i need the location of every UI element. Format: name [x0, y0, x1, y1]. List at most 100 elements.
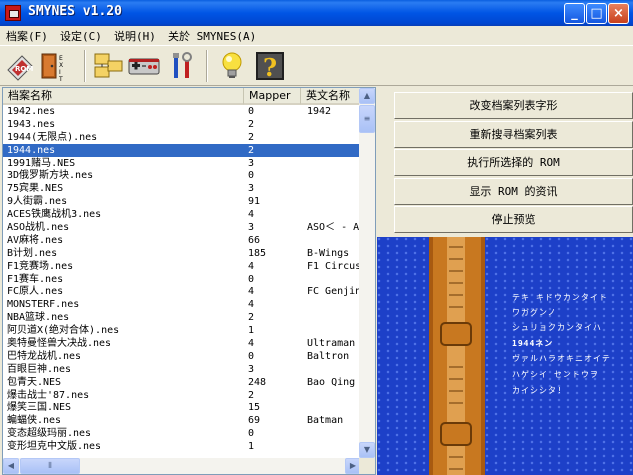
toolbar: ROM E X I T ? [0, 45, 633, 86]
scroll-thumb[interactable]: ≡ [359, 105, 375, 133]
rom-mapper: 3 [248, 363, 255, 375]
rom-row[interactable]: 变形坦克中文版.nes 1 [3, 440, 361, 453]
rom-mapper: 0 [248, 170, 255, 182]
svg-text:I: I [59, 69, 61, 76]
rom-filename: 阿贝道X(绝对合体).nes [7, 325, 120, 337]
story-text-line: テキ キドウカンタイト [512, 293, 608, 302]
rom-row[interactable]: ASO战机.nes 3 ASO＜ - Ar [3, 221, 361, 234]
rom-row[interactable]: 蝙蝠侠.nes 69 Batman [3, 414, 361, 427]
rom-english-name: F1 Circus [307, 260, 361, 272]
toolbar-separator [206, 50, 208, 82]
vertical-scrollbar[interactable]: ▲ ≡ ▼ [359, 88, 375, 458]
rom-filename: 变态超级玛丽.nes [7, 428, 92, 440]
svg-text:T: T [58, 76, 63, 82]
scroll-left-button[interactable]: ◀ [3, 458, 19, 474]
rom-filename: 巴特龙战机.nes [7, 350, 82, 362]
rom-mapper: 4 [248, 209, 255, 221]
rom-info-button[interactable]: 显示 ROM 的资讯 [394, 178, 633, 205]
rom-row[interactable]: 1944(无限点).nes 2 [3, 131, 361, 144]
rom-row[interactable]: 巴特龙战机.nes 0 Baltron [3, 350, 361, 363]
menu-file[interactable]: 档案(F) [6, 28, 48, 44]
rom-row[interactable]: 包青天.NES 248 Bao Qing [3, 376, 361, 389]
rom-row[interactable]: 9人街霸.nes 91 [3, 195, 361, 208]
menu-about[interactable]: 关於 SMYNES(A) [168, 28, 256, 44]
story-text-line: ヴァルハラオキニオイテ [512, 354, 611, 363]
rom-row[interactable]: FC原人.nes 4 FC Genjin [3, 285, 361, 298]
rom-row[interactable]: 爆笑三国.NES 15 [3, 401, 361, 414]
change-list-font-button[interactable]: 改变档案列表字形 [394, 92, 633, 119]
menu-settings[interactable]: 设定(C) [60, 28, 102, 44]
rom-list[interactable]: 档案名称 Mapper 英文名称 1942.nes 0 1942 1943.nes 2 1… [2, 87, 376, 475]
rom-mapper: 4 [248, 299, 255, 311]
close-button[interactable]: × [608, 3, 629, 24]
rom-mapper: 4 [248, 338, 255, 350]
horizontal-scrollbar[interactable]: ◀ ⦀ ▶ [3, 458, 361, 474]
rom-english-name: Batman [307, 415, 344, 427]
rom-mapper: 3 [248, 222, 255, 234]
help-icon[interactable]: ? [254, 50, 286, 82]
tools-icon[interactable] [166, 50, 198, 82]
scroll-down-button[interactable]: ▼ [359, 442, 375, 458]
rom-filename: 爆击战士'87.nes [7, 389, 90, 401]
rom-filename: B计划.nes [7, 247, 58, 259]
rom-row[interactable]: 1943.nes 2 [3, 118, 361, 131]
rom-row[interactable]: 爆击战士'87.nes 2 [3, 389, 361, 402]
rom-mapper: 2 [248, 118, 255, 130]
stop-preview-button[interactable]: 停止预览 [394, 206, 633, 233]
rom-row[interactable]: 1991赌马.NES 3 [3, 157, 361, 170]
rom-row[interactable]: F1竞赛场.nes 4 F1 Circus [3, 260, 361, 273]
rom-icon[interactable]: ROM [4, 50, 36, 82]
rom-mapper: 248 [248, 376, 267, 388]
rom-row[interactable]: B计划.nes 185 B-Wings [3, 247, 361, 260]
app-icon[interactable] [5, 5, 21, 21]
rom-mapper: 0 [248, 273, 255, 285]
rom-filename: 变形坦克中文版.nes [7, 441, 102, 453]
story-text-line: カイシシタ! [512, 386, 563, 395]
rom-english-name: Ultraman [307, 338, 356, 350]
game-preview: テキ キドウカンタイト ワガグンノ シュリョクカンタイハ 1944ネン ヴァルハ… [377, 237, 633, 475]
rom-filename: ASO战机.nes [7, 222, 70, 234]
rom-filename: FC原人.nes [7, 286, 64, 298]
rom-mapper: 3 [248, 157, 255, 169]
rom-mapper: 2 [248, 144, 255, 156]
rom-mapper: 1 [248, 441, 255, 453]
rom-row[interactable]: MONSTERF.nes 4 [3, 298, 361, 311]
rom-row[interactable]: 75宾果.NES 3 [3, 182, 361, 195]
menu-bar: 档案(F) 设定(C) 说明(H) 关於 SMYNES(A) [0, 26, 633, 45]
scroll-thumb-horizontal[interactable]: ⦀ [20, 458, 80, 474]
rom-row[interactable]: 1944.nes 2 [3, 143, 361, 157]
run-rom-button[interactable]: 执行所选择的 ROM [394, 149, 633, 176]
rom-row[interactable]: NBA篮球.nes 2 [3, 311, 361, 324]
rom-row[interactable]: ACES铁鹰战机3.nes 4 [3, 208, 361, 221]
maximize-button[interactable]: □ [586, 3, 607, 24]
rom-row[interactable]: 阿贝道X(绝对合体).nes 1 [3, 324, 361, 337]
gamepad-icon[interactable] [128, 50, 160, 82]
rom-row[interactable]: AV麻将.nes 66 [3, 234, 361, 247]
rom-row[interactable]: 奥特曼怪兽大决战.nes 4 Ultraman [3, 337, 361, 350]
rom-row[interactable]: 变态超级玛丽.nes 0 [3, 427, 361, 440]
rom-row[interactable]: F1赛车.nes 0 [3, 273, 361, 286]
rom-mapper: 1 [248, 325, 255, 337]
svg-text:?: ? [263, 53, 277, 82]
rescan-list-button[interactable]: 重新搜寻档案列表 [394, 121, 633, 148]
column-header-mapper[interactable]: Mapper [244, 88, 301, 105]
exit-icon[interactable]: E X I T [38, 50, 70, 82]
rom-mapper: 66 [248, 234, 261, 246]
folders-icon[interactable] [92, 50, 124, 82]
rom-filename: 爆笑三国.NES [7, 402, 72, 414]
column-header-english-name[interactable]: 英文名称 [301, 88, 361, 105]
rom-row[interactable]: 百眼巨神.nes 3 [3, 363, 361, 376]
lightbulb-icon[interactable] [216, 50, 248, 82]
minimize-button[interactable]: _ [564, 3, 585, 24]
rom-mapper: 0 [248, 428, 255, 440]
column-header-filename[interactable]: 档案名称 [3, 88, 244, 105]
rom-row[interactable]: 1942.nes 0 1942 [3, 105, 361, 118]
scroll-up-button[interactable]: ▲ [359, 88, 375, 104]
rom-filename: 百眼巨神.nes [7, 363, 72, 375]
window-title: SMYNES v1.20 [28, 4, 122, 19]
rom-row[interactable]: 3D俄罗斯方块.nes 0 [3, 169, 361, 182]
menu-help[interactable]: 说明(H) [114, 28, 156, 44]
svg-text:ROM: ROM [15, 65, 33, 73]
rom-mapper: 4 [248, 286, 255, 298]
story-text-line: ハゲシイ セントウヲ [512, 370, 599, 379]
